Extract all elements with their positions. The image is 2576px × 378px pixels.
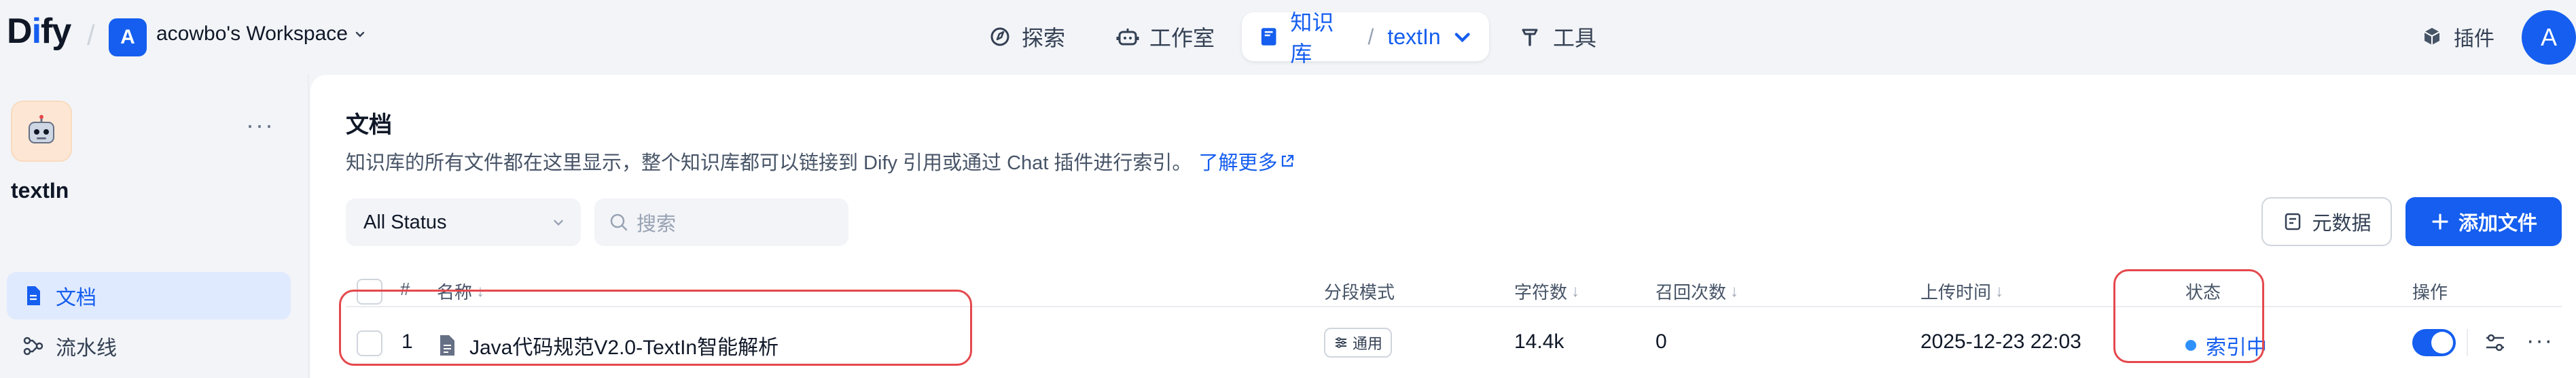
col-actions: 操作 [2412, 282, 2448, 303]
col-status: 状态 [2185, 282, 2221, 303]
select-all-checkbox[interactable] [357, 279, 382, 305]
plus-icon [2432, 213, 2448, 230]
row-checkbox[interactable] [357, 330, 382, 356]
file-text-icon [440, 335, 454, 356]
chevron-down-icon [355, 31, 365, 37]
metadata-button[interactable]: 元数据 [2261, 197, 2392, 246]
table-row[interactable]: 1 Java代码规范V2.0-TextIn智能解析 通用 14.4k 0 202… [346, 309, 2562, 378]
logo-separator: / [87, 19, 95, 51]
document-name-link[interactable]: Java代码规范V2.0-TextIn智能解析 [437, 330, 779, 360]
nav-tools[interactable]: 工具 [1504, 12, 1611, 61]
enable-toggle[interactable] [2412, 329, 2456, 356]
search-icon [610, 213, 628, 231]
current-dataset-selector[interactable]: textIn [1387, 24, 1440, 50]
status-dot-icon [2185, 340, 2196, 351]
row-hit-count: 0 [1656, 330, 1667, 353]
sort-arrow-icon: ↓ [1730, 281, 1739, 300]
row-more-icon[interactable]: ··· [2526, 328, 2554, 354]
hammer-icon [1522, 29, 1538, 46]
document-icon [27, 286, 40, 305]
col-name[interactable]: 名称 ↓ [437, 279, 484, 304]
pipeline-icon [23, 337, 43, 356]
documents-panel: 文档 知识库的所有文件都在这里显示，整个知识库都可以链接到 Dify 引用或通过… [310, 75, 2576, 378]
col-chars[interactable]: 字符数 ↓ [1514, 279, 1579, 304]
user-avatar[interactable]: A [2522, 10, 2576, 65]
book-icon [1261, 28, 1276, 46]
chevron-down-icon [554, 220, 563, 226]
search-input[interactable]: 搜索 [594, 199, 848, 246]
add-file-button[interactable]: 添加文件 [2405, 197, 2562, 246]
col-mode: 分段模式 [1324, 282, 1395, 303]
col-upload-time[interactable]: 上传时间 ↓ [1920, 279, 2003, 304]
table-header: # 名称 ↓ 分段模式 字符数 ↓ 召回次数 ↓ 上传时间 ↓ 状态 操作 [346, 272, 2562, 307]
nav-explore[interactable]: 探索 [973, 12, 1080, 61]
tag-icon [2285, 213, 2301, 230]
settings-lines-icon [1336, 337, 1346, 348]
status-badge: 索引中 [2185, 330, 2267, 360]
page-description: 知识库的所有文件都在这里显示，整个知识库都可以链接到 Dify 引用或通过 Ch… [346, 147, 1295, 175]
nav-knowledge[interactable]: 知识库 / textIn [1242, 10, 1489, 66]
nav-studio[interactable]: 工作室 [1101, 12, 1230, 61]
external-link-icon [1282, 154, 1294, 167]
row-index: 1 [401, 330, 413, 353]
more-options-icon[interactable]: ··· [246, 113, 274, 137]
nav-plugins[interactable]: 插件 [2405, 12, 2509, 61]
sort-arrow-icon: ↓ [1995, 281, 2004, 300]
compass-icon [990, 27, 1009, 46]
divider [2467, 329, 2468, 356]
sort-arrow-icon: ↓ [1571, 281, 1580, 300]
workspace-avatar[interactable]: A [109, 18, 147, 56]
cube-icon [2424, 28, 2440, 45]
sort-arrow-icon: ↓ [476, 281, 485, 300]
segment-mode-badge: 通用 [1324, 328, 1393, 358]
workspace-switcher[interactable]: acowbo's Workspace [156, 22, 367, 46]
dataset-name: textIn [11, 178, 69, 203]
robot-icon [1116, 29, 1139, 46]
row-upload-time: 2025-12-23 22:03 [1920, 330, 2081, 353]
dataset-sidebar: ··· textIn 文档 流水线 [0, 75, 309, 378]
dify-logo[interactable]: Dify [7, 11, 71, 52]
top-navigation: Dify / A acowbo's Workspace 探索 工作室 知识库 /… [0, 0, 2576, 75]
segment-settings-icon[interactable] [2483, 330, 2507, 355]
sidebar-item-documents[interactable]: 文档 [7, 272, 291, 320]
workspace-name: acowbo's Workspace [156, 22, 348, 45]
col-hits[interactable]: 召回次数 ↓ [1656, 279, 1738, 304]
learn-more-link[interactable]: 了解更多 [1198, 147, 1295, 175]
col-index: # [400, 279, 410, 299]
status-filter-select[interactable]: All Status [346, 199, 581, 246]
page-title: 文档 [346, 112, 392, 138]
sidebar-item-pipeline[interactable]: 流水线 [7, 322, 291, 370]
chevron-down-icon [1454, 33, 1470, 43]
row-char-count: 14.4k [1514, 330, 1564, 353]
robot-emoji-icon [11, 101, 72, 162]
